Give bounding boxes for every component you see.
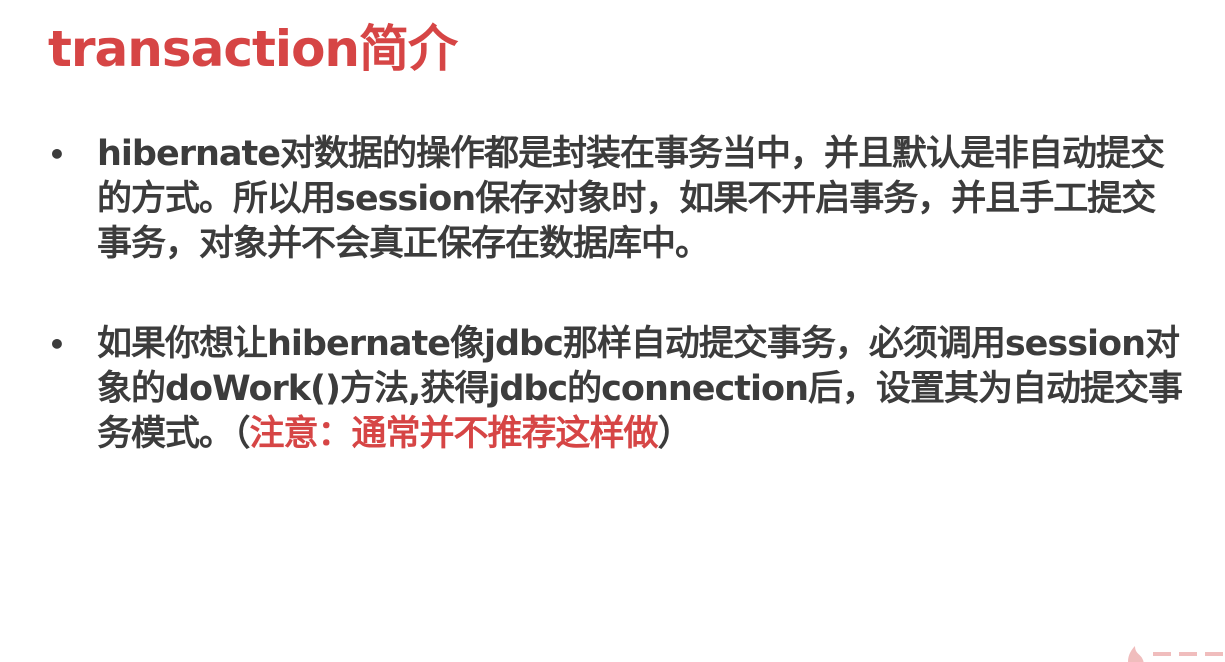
bullet-text-suffix: ） [657,414,693,454]
bullet-list: • hibernate对数据的操作都是封装在事务当中，并且默认是非自动提交的方式… [44,132,1184,457]
bullet-marker: • [48,328,66,361]
bullet-item-dowork-connection: • 如果你想让hibernate像jdbc那样自动提交事务，必须调用sessio… [44,322,1184,457]
bullet-marker: • [48,138,66,171]
watermark-logo [1121,636,1225,662]
slide-title: transaction简介 [48,20,458,78]
warning-note: 注意：通常并不推荐这样做 [249,414,659,454]
bullet-text: hibernate对数据的操作都是封装在事务当中，并且默认是非自动提交的方式。所… [97,134,1165,264]
slide: transaction简介 • hibernate对数据的操作都是封装在事务当中… [0,0,1225,662]
bullet-item-auto-commit-default: • hibernate对数据的操作都是封装在事务当中，并且默认是非自动提交的方式… [44,132,1184,267]
flame-logo-icon [1128,646,1223,662]
